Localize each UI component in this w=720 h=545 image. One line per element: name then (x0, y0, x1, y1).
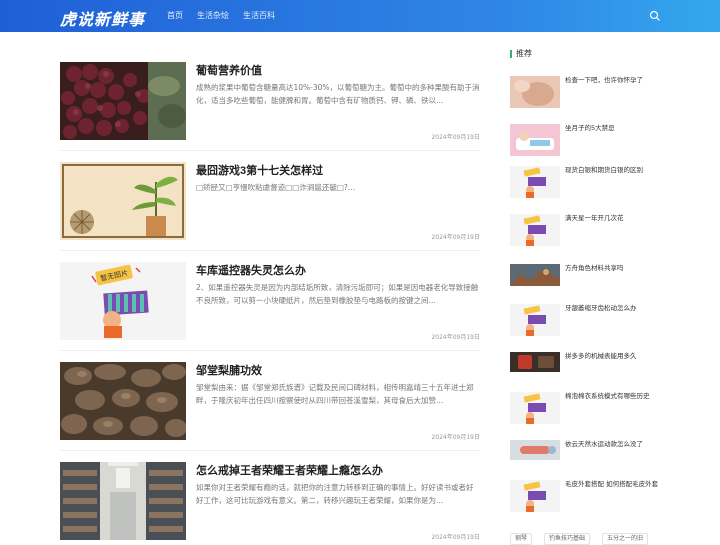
article-item[interactable]: 暂无图片 车库遥控器失灵怎么办 2、如果遥控器失灵是因为内部结垢所致，清除污垢即… (60, 260, 480, 342)
sidebar-item[interactable]: 检查一下吧，也许你怀孕了 (510, 76, 660, 110)
article-excerpt: 邹堂梨由来：据《邹堂郑氏族谱》记载及民间口碑材料，相传明嘉靖三十五年进士郑畔，于… (196, 383, 474, 405)
divider (60, 150, 480, 151)
article-item[interactable]: 邹堂梨脯功效 邹堂梨由来：据《邹堂郑氏族谱》记载及民间口碑材料，相传明嘉靖三十五… (60, 360, 480, 442)
sidebar-thumbnail[interactable] (510, 440, 560, 460)
sidebar-item[interactable]: 毛皮外套搭配 如何搭配毛皮外套 (510, 480, 660, 514)
article-excerpt: 如果你对王者荣耀有瘾的话，就把你的注意力转移到正确的事情上。好好读书或者好好工作… (196, 483, 474, 505)
divider (60, 450, 480, 451)
search-icon[interactable] (649, 10, 661, 22)
tag-item[interactable]: 钢琴 (510, 533, 533, 545)
sidebar-thumbnail-placeholder[interactable] (510, 304, 560, 336)
tag-cloud: 钢琴 钓鱼技巧基础 五分之一的旧 (510, 533, 660, 545)
divider (60, 250, 480, 251)
article-excerpt: 成熟的浆果中葡萄含糖量高达10%-30%，以葡萄糖为主。葡萄中的多种果酸有助于消… (196, 83, 480, 105)
sidebar-item[interactable]: 依云天然水运动款怎么没了 (510, 440, 660, 474)
article-date: 2024年09月19日 (431, 434, 480, 441)
sidebar-thumbnail-placeholder[interactable] (510, 214, 560, 246)
article-excerpt: □矫胫又□亨慢吹粘虞督迹□□诈涧扈还毓□?… (196, 183, 356, 192)
nav-life-misc[interactable]: 生活杂烩 (197, 0, 229, 32)
sidebar-item[interactable]: 现货白银和期货白银的区别 (510, 166, 660, 200)
article-thumbnail-grapes[interactable] (60, 62, 186, 140)
sidebar-item[interactable]: 拼多多的机械表能用多久 (510, 352, 660, 386)
article-thumbnail-library[interactable] (60, 462, 186, 540)
article-title[interactable]: 邹堂梨脯功效 (196, 362, 262, 378)
tag-item[interactable]: 五分之一的旧 (602, 533, 649, 545)
main-nav: 首页 生活杂烩 生活百科 (167, 0, 289, 32)
sidebar-thumbnail[interactable] (510, 124, 560, 156)
sidebar-item[interactable]: 坐月子的5大禁忌 (510, 124, 660, 158)
article-item[interactable]: 怎么戒掉王者荣耀王者荣耀上瘾怎么办 如果你对王者荣耀有瘾的话，就把你的注意力转移… (60, 460, 480, 542)
sidebar-thumbnail-placeholder[interactable] (510, 480, 560, 512)
sidebar-item-title[interactable]: 坐月子的5大禁忌 (565, 124, 660, 133)
nav-life-wiki[interactable]: 生活百科 (243, 0, 275, 32)
sidebar-item-title[interactable]: 牙龈萎缩牙齿松动怎么办 (565, 304, 660, 313)
sidebar-thumbnail-placeholder[interactable] (510, 166, 560, 198)
sidebar-item-title[interactable]: 拼多多的机械表能用多久 (565, 352, 660, 361)
sidebar-item-title[interactable]: 毛皮外套搭配 如何搭配毛皮外套 (565, 480, 660, 489)
sidebar-item-title[interactable]: 棉泡棉衣系统模式有哪些历史 (565, 392, 660, 401)
article-thumbnail-game[interactable] (60, 162, 186, 240)
sidebar-thumbnail[interactable] (510, 264, 560, 286)
sidebar-thumbnail-placeholder[interactable] (510, 392, 560, 424)
tag-item[interactable]: 钓鱼技巧基础 (544, 533, 591, 545)
article-title[interactable]: 葡萄营养价值 (196, 62, 262, 78)
nav-home[interactable]: 首页 (167, 0, 183, 32)
article-excerpt: 2、如果遥控器失灵是因为内部结垢所致，清除污垢即可；如果是因电器老化导致接触不良… (196, 283, 479, 305)
article-item[interactable]: 葡萄营养价值 成熟的浆果中葡萄含糖量高达10%-30%，以葡萄糖为主。葡萄中的多… (60, 60, 480, 142)
article-thumbnail-dried-pears[interactable] (60, 362, 186, 440)
article-date: 2024年09月19日 (431, 234, 480, 241)
site-header: 虎说新鲜事 首页 生活杂烩 生活百科 (0, 0, 720, 32)
sidebar-item-title[interactable]: 方舟角色材料共享吗 (565, 264, 660, 273)
article-item[interactable]: 最囧游戏3第十七关怎样过 □矫胫又□亨慢吹粘虞督迹□□诈涧扈还毓□?… 2024… (60, 160, 480, 242)
article-date: 2024年09月19日 (431, 334, 480, 341)
article-title[interactable]: 最囧游戏3第十七关怎样过 (196, 162, 323, 178)
sidebar-thumbnail[interactable] (510, 76, 560, 108)
sidebar-item-title[interactable]: 现货白银和期货白银的区别 (565, 166, 660, 175)
article-title[interactable]: 车库遥控器失灵怎么办 (196, 262, 306, 278)
divider (60, 350, 480, 351)
article-date: 2024年09月19日 (431, 134, 480, 141)
sidebar-item[interactable]: 棉泡棉衣系统模式有哪些历史 (510, 392, 660, 426)
sidebar-title: 推荐 (510, 48, 532, 60)
sidebar-thumbnail[interactable] (510, 352, 560, 372)
sidebar-item-title[interactable]: 依云天然水运动款怎么没了 (565, 440, 660, 449)
sidebar-item-title[interactable]: 检查一下吧，也许你怀孕了 (565, 76, 660, 85)
sidebar-item[interactable]: 方舟角色材料共享吗 (510, 264, 660, 298)
sidebar-item[interactable]: 满天星一年开几次花 (510, 214, 660, 248)
site-logo[interactable]: 虎说新鲜事 (60, 6, 145, 30)
sidebar-item-title[interactable]: 满天星一年开几次花 (565, 214, 660, 223)
article-title[interactable]: 怎么戒掉王者荣耀王者荣耀上瘾怎么办 (196, 462, 383, 478)
article-thumbnail-placeholder[interactable]: 暂无图片 (60, 262, 186, 340)
sidebar-item[interactable]: 牙龈萎缩牙齿松动怎么办 (510, 304, 660, 338)
